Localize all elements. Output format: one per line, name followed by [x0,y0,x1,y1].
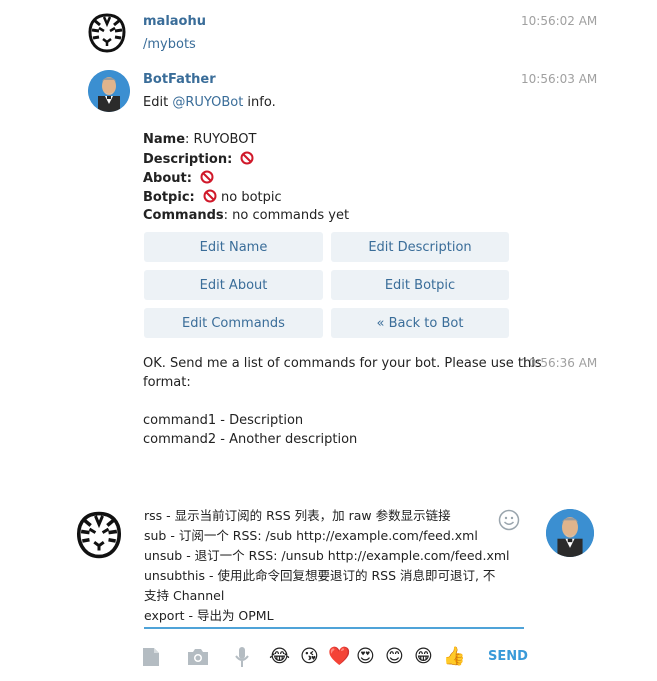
commands-label: Commands [143,208,224,223]
prohibited-icon [203,189,217,203]
input-line: sub - 订阅一个 RSS: /sub http://example.com/… [144,528,478,543]
tiger-avatar-icon [76,511,122,559]
sender-name[interactable]: BotFather [143,72,216,87]
message-time: 10:56:02 AM [521,14,598,28]
edit-suffix: info. [243,95,276,110]
botfather-avatar-icon [88,70,130,112]
input-line: export - 导出为 OPML [144,608,274,623]
instruction-text: OK. Send me a list of commands for your … [143,356,542,371]
description-line: Description: [143,151,254,167]
prohibited-icon [200,170,214,184]
botfather-avatar-icon [546,509,594,557]
edit-about-button[interactable]: Edit About [144,270,323,300]
command-link[interactable]: /mybots [143,37,196,52]
input-line: unsub - 退订一个 RSS: /unsub http://example.… [144,548,510,563]
bot-username-link[interactable]: @RUYOBot [172,95,243,110]
emoji-tears-of-joy[interactable]: 😂 [269,646,290,668]
input-line: unsubthis - 使用此命令回复想要退订的 RSS 消息即可退订, 不 [144,568,496,583]
example-command: command1 - Description [143,413,304,428]
message-time: 10:56:03 AM [521,72,598,86]
edit-botpic-button[interactable]: Edit Botpic [331,270,509,300]
about-line: About: [143,170,214,186]
avatar-malaohu[interactable] [86,12,128,54]
message-input[interactable]: rss - 显示当前订阅的 RSS 列表，加 raw 参数显示链接 sub - … [144,506,524,626]
name-value: RUYOBOT [193,132,257,147]
emoji-thumbs-up[interactable]: 👍 [443,646,465,668]
input-underline [144,627,524,629]
peer-avatar-botfather[interactable] [546,509,594,557]
edit-info-line: Edit @RUYOBot info. [143,95,276,110]
name-line: Name: RUYOBOT [143,132,257,147]
commands-line: Commands: no commands yet [143,208,350,223]
emoji-picker-icon[interactable] [498,509,520,531]
description-label: Description [143,152,228,167]
my-avatar[interactable] [74,510,124,560]
emoji-smile[interactable]: 😊 [385,646,404,668]
emoji-grin[interactable]: 😁 [414,646,433,668]
edit-prefix: Edit [143,95,173,110]
botpic-value: no botpic [221,190,282,205]
instruction-text: format: [143,375,191,390]
botpic-label: Botpic [143,190,190,205]
edit-description-button[interactable]: Edit Description [331,232,509,262]
edit-name-button[interactable]: Edit Name [144,232,323,262]
prohibited-icon [240,151,254,165]
name-label: Name [143,132,186,147]
back-to-bot-button[interactable]: « Back to Bot [331,308,509,338]
input-line: 支持 Channel [144,588,225,603]
emoji-kiss[interactable]: 😘 [300,646,319,668]
commands-value: no commands yet [232,208,350,223]
attach-file-icon[interactable] [140,646,162,668]
camera-icon[interactable] [187,646,209,668]
tiger-avatar-icon [88,13,126,53]
input-line: rss - 显示当前订阅的 RSS 列表，加 raw 参数显示链接 [144,508,451,523]
emoji-heart-eyes[interactable]: 😍 [356,646,375,668]
microphone-icon[interactable] [231,646,253,668]
send-button[interactable]: SEND [488,649,528,664]
emoji-heart[interactable]: ❤️ [328,646,350,668]
about-label: About [143,171,187,186]
sender-name[interactable]: malaohu [143,14,206,29]
edit-commands-button[interactable]: Edit Commands [144,308,323,338]
botpic-line: Botpic: no botpic [143,189,282,205]
example-command: command2 - Another description [143,432,358,447]
avatar-botfather[interactable] [88,70,130,112]
